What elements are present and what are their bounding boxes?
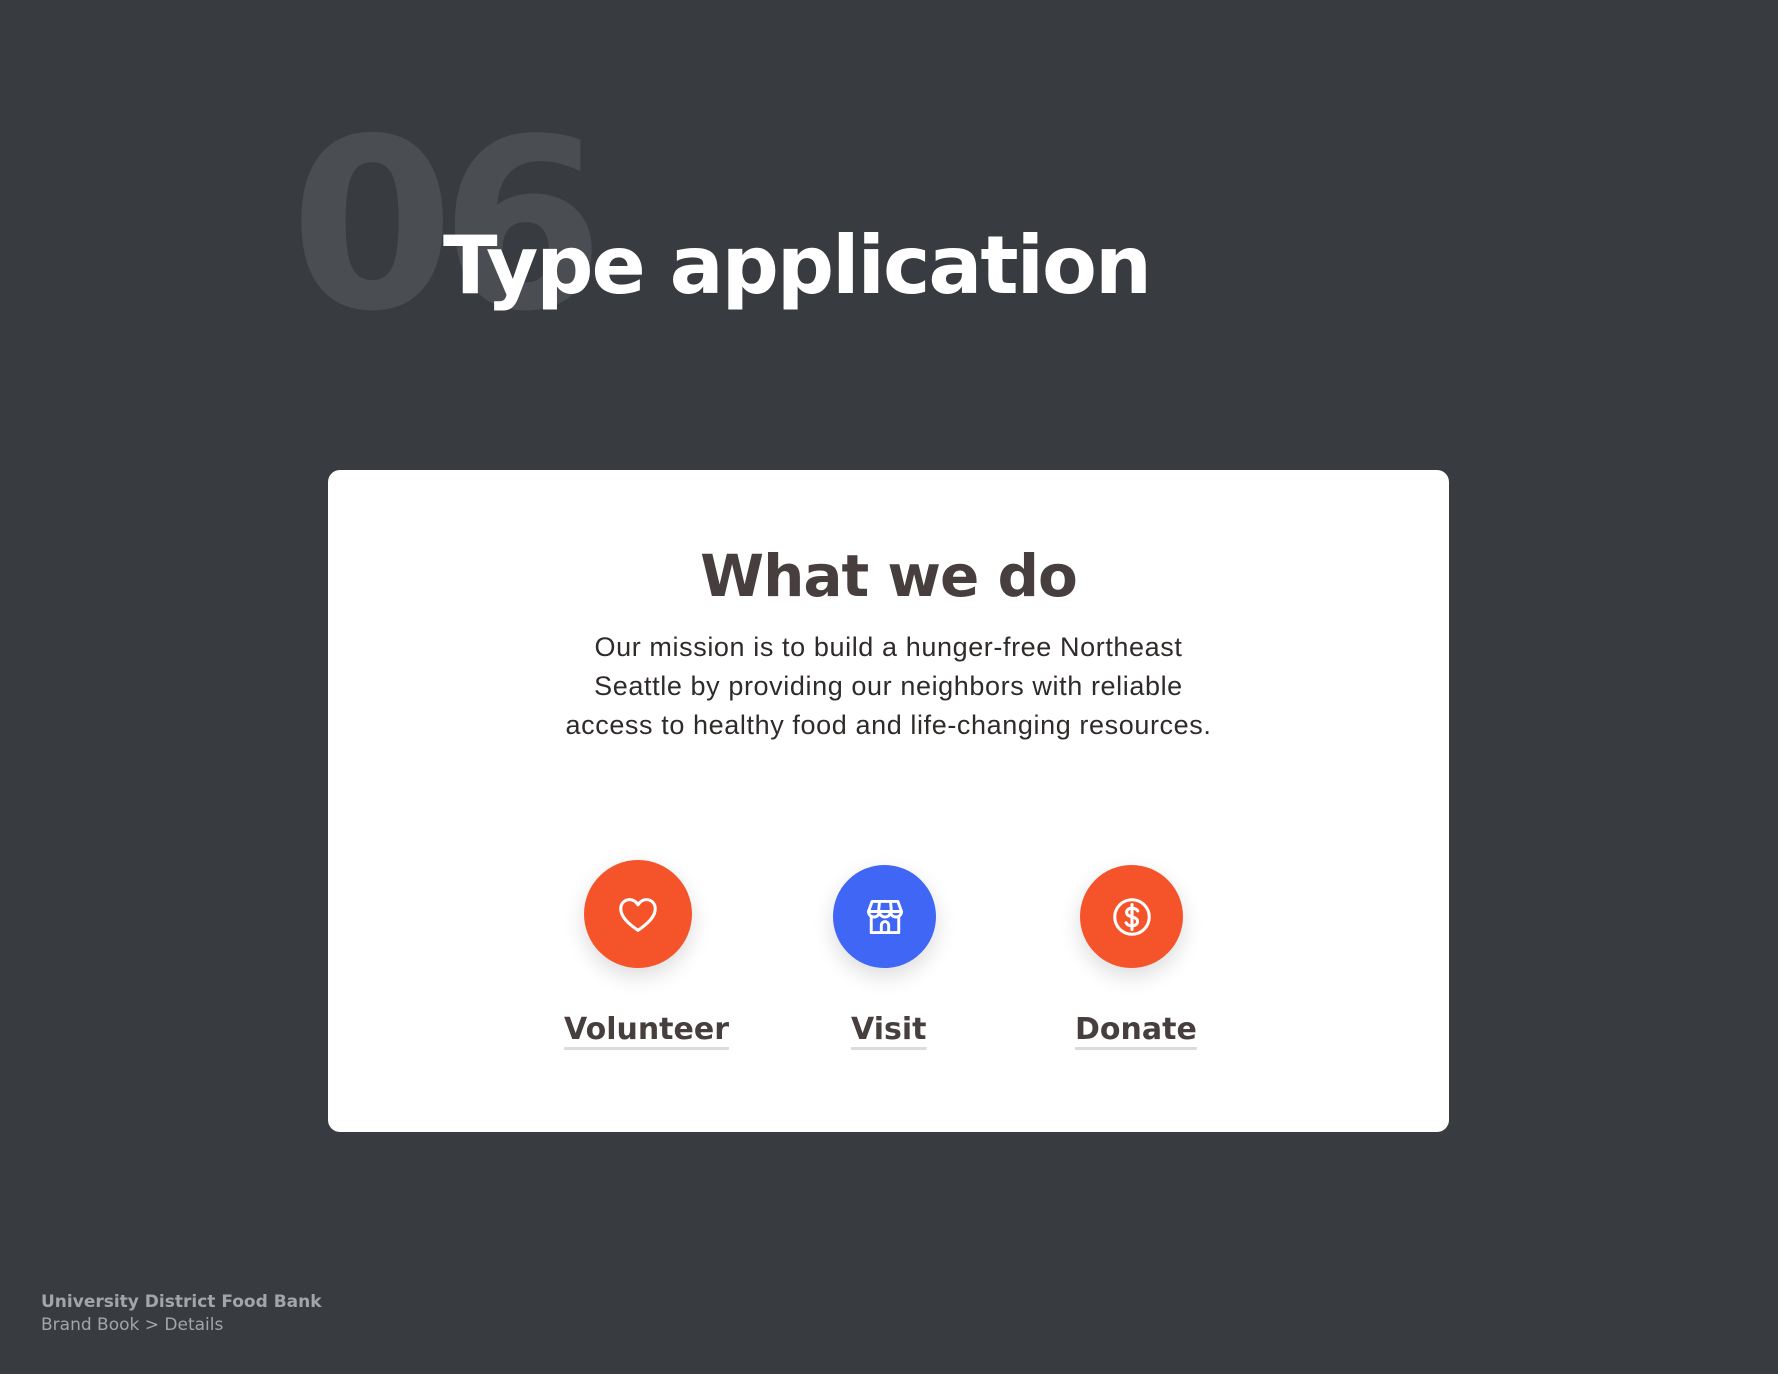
dollar-coin-icon bbox=[1112, 897, 1151, 936]
mission-line: Our mission is to build a hunger-free No… bbox=[594, 632, 1183, 662]
visit-link[interactable]: Visit bbox=[851, 1012, 926, 1048]
storefront-icon bbox=[866, 899, 903, 934]
volunteer-link[interactable]: Volunteer bbox=[564, 1012, 729, 1048]
mission-line: Seattle by providing our neighbors with … bbox=[594, 671, 1183, 701]
card-title: What we do bbox=[700, 542, 1078, 610]
donate-link[interactable]: Donate bbox=[1075, 1012, 1197, 1048]
visit-circle[interactable] bbox=[833, 865, 936, 968]
mission-line: access to healthy food and life-changing… bbox=[565, 710, 1212, 740]
footer-breadcrumb: Brand Book > Details bbox=[41, 1315, 224, 1335]
page-title: Type application bbox=[443, 219, 1152, 312]
mission-statement: Our mission is to build a hunger-free No… bbox=[498, 628, 1279, 745]
donate-circle[interactable] bbox=[1080, 865, 1183, 968]
heart-icon bbox=[619, 898, 657, 932]
footer: University District Food Bank Brand Book… bbox=[41, 1291, 322, 1337]
what-we-do-card: What we do Our mission is to build a hun… bbox=[328, 470, 1449, 1132]
footer-organization: University District Food Bank bbox=[41, 1292, 322, 1312]
volunteer-circle[interactable] bbox=[584, 860, 692, 968]
